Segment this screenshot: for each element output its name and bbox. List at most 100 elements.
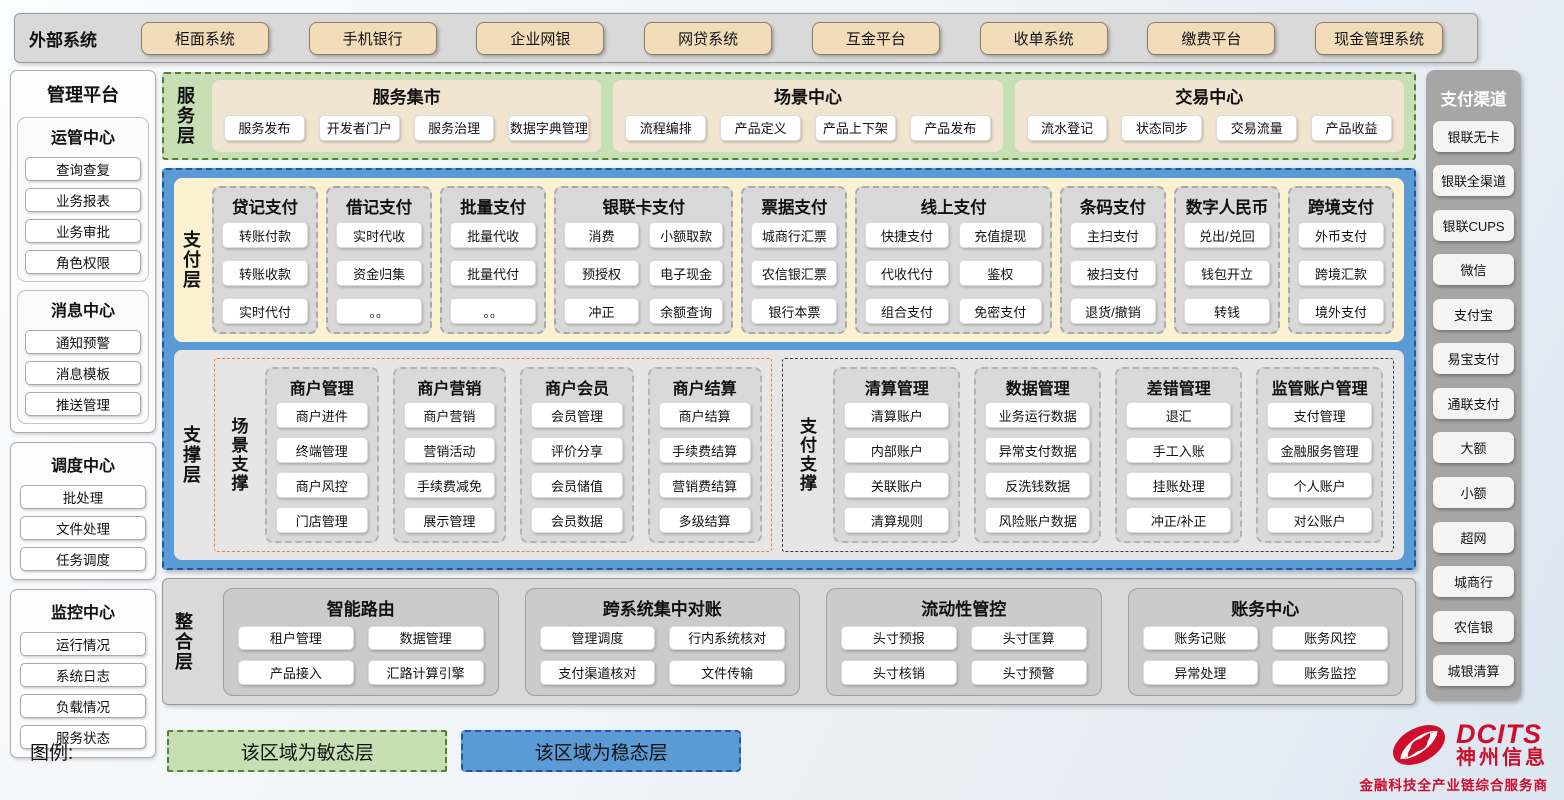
payment-item-button[interactable]: 资金归集 — [336, 260, 422, 286]
support-item-button[interactable]: 风险账户数据 — [985, 507, 1090, 533]
payment-channel-button[interactable]: 易宝支付 — [1433, 343, 1514, 374]
integration-item-button[interactable]: 数据管理 — [368, 626, 484, 651]
payment-channel-button[interactable]: 农信银 — [1433, 611, 1514, 642]
payment-item-button[interactable]: 代收代付 — [865, 260, 948, 286]
payment-item-button[interactable]: 境外支付 — [1298, 298, 1384, 324]
support-item-button[interactable]: 展示管理 — [404, 507, 496, 533]
support-item-button[interactable]: 商户风控 — [276, 472, 368, 498]
payment-item-button[interactable]: 组合支付 — [865, 298, 948, 324]
integration-item-button[interactable]: 账务风控 — [1272, 626, 1388, 651]
support-item-button[interactable]: 手续费减免 — [404, 472, 496, 498]
payment-item-button[interactable]: 外币支付 — [1298, 222, 1384, 248]
service-item-button[interactable]: 产品收益 — [1311, 115, 1392, 141]
service-item-button[interactable]: 流程编排 — [625, 115, 706, 141]
payment-channel-button[interactable]: 城银清算 — [1433, 655, 1514, 686]
external-system-button[interactable]: 柜面系统 — [141, 22, 269, 55]
support-item-button[interactable]: 终端管理 — [276, 437, 368, 463]
external-system-button[interactable]: 企业网银 — [476, 22, 604, 55]
support-item-button[interactable]: 清算账户 — [844, 402, 949, 428]
payment-item-button[interactable]: 快捷支付 — [865, 222, 948, 248]
integration-item-button[interactable]: 管理调度 — [540, 626, 656, 651]
management-item-button[interactable]: 运行情况 — [20, 632, 146, 656]
support-item-button[interactable]: 评价分享 — [531, 437, 623, 463]
payment-item-button[interactable]: 银行本票 — [751, 298, 837, 324]
management-item-button[interactable]: 业务报表 — [25, 188, 141, 212]
payment-item-button[interactable]: 实时代付 — [222, 298, 308, 324]
payment-channel-button[interactable]: 银联CUPS — [1433, 210, 1514, 241]
management-item-button[interactable]: 负载情况 — [20, 694, 146, 718]
payment-item-button[interactable]: 预授权 — [564, 260, 639, 286]
payment-channel-button[interactable]: 银联全渠道 — [1433, 165, 1514, 196]
integration-item-button[interactable]: 异常处理 — [1143, 660, 1259, 685]
payment-channel-button[interactable]: 超网 — [1433, 522, 1514, 553]
support-item-button[interactable]: 个人账户 — [1267, 472, 1372, 498]
support-item-button[interactable]: 关联账户 — [844, 472, 949, 498]
service-item-button[interactable]: 状态同步 — [1121, 115, 1202, 141]
payment-item-button[interactable]: 冲正 — [564, 298, 639, 324]
payment-item-button[interactable]: 转钱 — [1184, 298, 1270, 324]
payment-channel-button[interactable]: 支付宝 — [1433, 299, 1514, 330]
payment-item-button[interactable]: 批量代收 — [450, 222, 536, 248]
external-system-button[interactable]: 网贷系统 — [644, 22, 772, 55]
service-item-button[interactable]: 服务治理 — [414, 115, 495, 141]
payment-channel-button[interactable]: 微信 — [1433, 254, 1514, 285]
payment-item-button[interactable]: 小额取款 — [649, 222, 724, 248]
support-item-button[interactable]: 多级结算 — [659, 507, 751, 533]
external-system-button[interactable]: 收单系统 — [980, 22, 1108, 55]
payment-channel-button[interactable]: 大额 — [1433, 432, 1514, 463]
support-item-button[interactable]: 业务运行数据 — [985, 402, 1090, 428]
management-item-button[interactable]: 任务调度 — [20, 547, 146, 571]
payment-item-button[interactable]: 转账付款 — [222, 222, 308, 248]
support-item-button[interactable]: 支付管理 — [1267, 402, 1372, 428]
payment-item-button[interactable]: 。。 — [336, 298, 422, 324]
support-item-button[interactable]: 退汇 — [1126, 402, 1231, 428]
management-item-button[interactable]: 查询查复 — [25, 157, 141, 181]
integration-item-button[interactable]: 账务监控 — [1272, 660, 1388, 685]
payment-item-button[interactable]: 免密支付 — [959, 298, 1042, 324]
support-item-button[interactable]: 商户结算 — [659, 402, 751, 428]
support-item-button[interactable]: 异常支付数据 — [985, 437, 1090, 463]
integration-item-button[interactable]: 账务记账 — [1143, 626, 1259, 651]
integration-item-button[interactable]: 头寸预报 — [841, 626, 957, 651]
payment-item-button[interactable]: 充值提现 — [959, 222, 1042, 248]
support-item-button[interactable]: 对公账户 — [1267, 507, 1372, 533]
support-item-button[interactable]: 金融服务管理 — [1267, 437, 1372, 463]
support-item-button[interactable]: 商户营销 — [404, 402, 496, 428]
payment-channel-button[interactable]: 通联支付 — [1433, 388, 1514, 419]
payment-item-button[interactable]: 消费 — [564, 222, 639, 248]
support-item-button[interactable]: 营销费结算 — [659, 472, 751, 498]
integration-item-button[interactable]: 头寸预警 — [971, 660, 1087, 685]
external-system-button[interactable]: 互金平台 — [812, 22, 940, 55]
service-item-button[interactable]: 产品发布 — [910, 115, 991, 141]
management-item-button[interactable]: 通知预警 — [25, 330, 141, 354]
payment-item-button[interactable]: 被扫支付 — [1070, 260, 1156, 286]
payment-item-button[interactable]: 批量代付 — [450, 260, 536, 286]
payment-item-button[interactable]: 农信银汇票 — [751, 260, 837, 286]
support-item-button[interactable]: 清算规则 — [844, 507, 949, 533]
payment-item-button[interactable]: 跨境汇款 — [1298, 260, 1384, 286]
payment-channel-button[interactable]: 城商行 — [1433, 566, 1514, 597]
support-item-button[interactable]: 门店管理 — [276, 507, 368, 533]
service-item-button[interactable]: 开发者门户 — [319, 115, 400, 141]
payment-item-button[interactable]: 城商行汇票 — [751, 222, 837, 248]
integration-item-button[interactable]: 行内系统核对 — [669, 626, 785, 651]
management-item-button[interactable]: 消息模板 — [25, 361, 141, 385]
support-item-button[interactable]: 会员数据 — [531, 507, 623, 533]
payment-item-button[interactable]: 钱包开立 — [1184, 260, 1270, 286]
management-item-button[interactable]: 角色权限 — [25, 250, 141, 274]
support-item-button[interactable]: 冲正/补正 — [1126, 507, 1231, 533]
payment-item-button[interactable]: 电子现金 — [649, 260, 724, 286]
payment-channel-button[interactable]: 小额 — [1433, 477, 1514, 508]
payment-channel-button[interactable]: 银联无卡 — [1433, 121, 1514, 152]
support-item-button[interactable]: 手续费结算 — [659, 437, 751, 463]
external-system-button[interactable]: 现金管理系统 — [1315, 22, 1443, 55]
payment-item-button[interactable]: 兑出/兑回 — [1184, 222, 1270, 248]
service-item-button[interactable]: 流水登记 — [1027, 115, 1108, 141]
integration-item-button[interactable]: 租户管理 — [238, 626, 354, 651]
external-system-button[interactable]: 缴费平台 — [1147, 22, 1275, 55]
support-item-button[interactable]: 商户进件 — [276, 402, 368, 428]
integration-item-button[interactable]: 头寸核销 — [841, 660, 957, 685]
payment-item-button[interactable]: 余额查询 — [649, 298, 724, 324]
management-item-button[interactable]: 文件处理 — [20, 516, 146, 540]
payment-item-button[interactable]: 退货/撤销 — [1070, 298, 1156, 324]
